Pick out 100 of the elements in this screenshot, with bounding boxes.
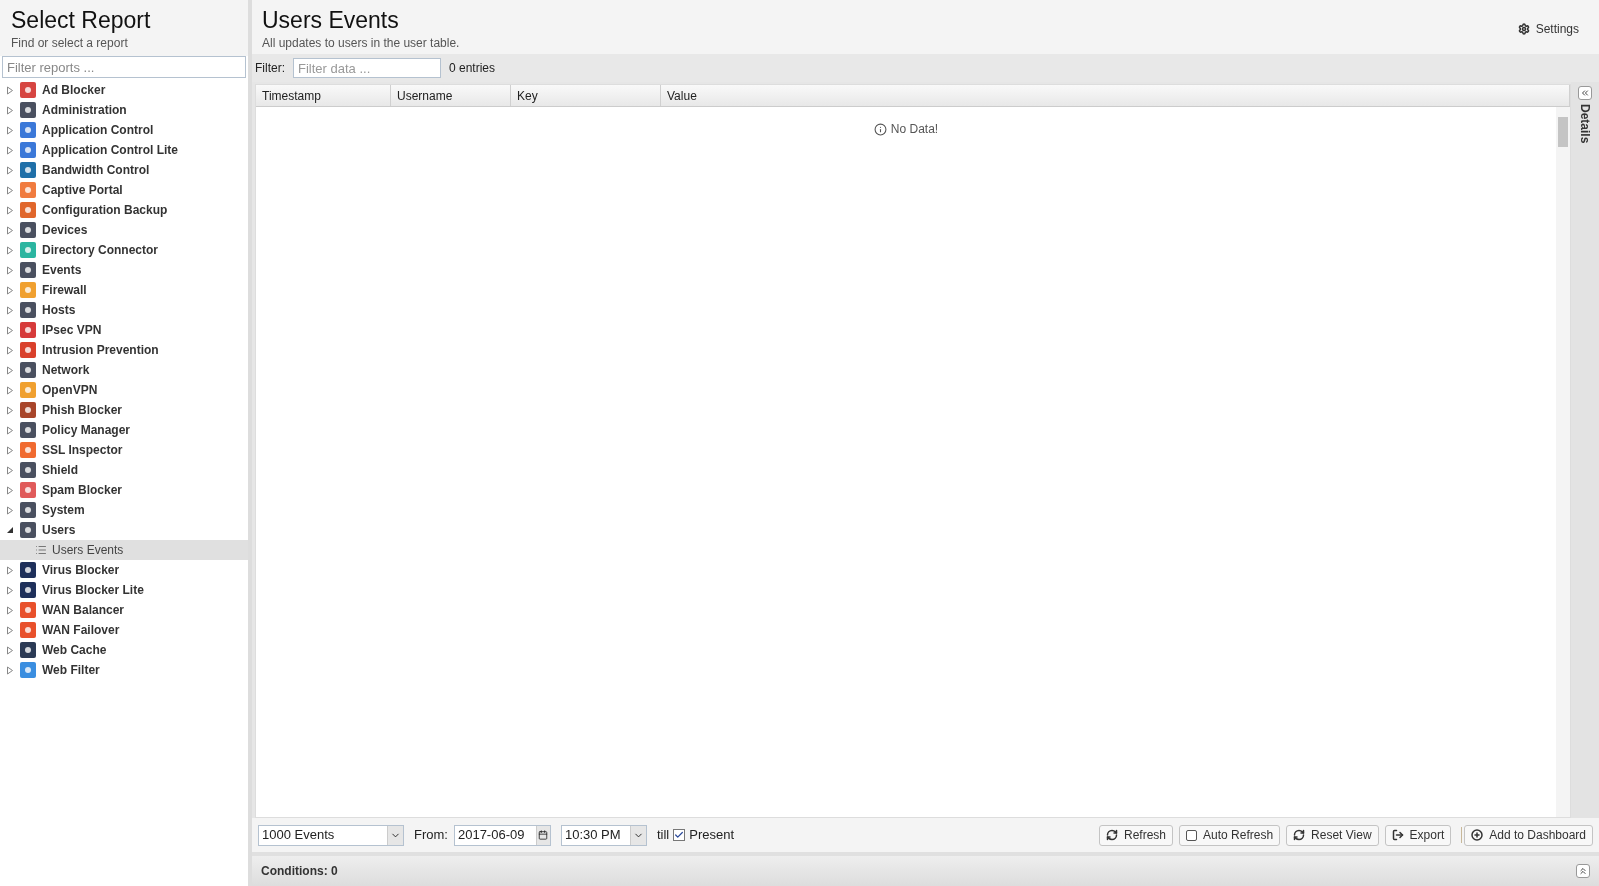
refresh-icon xyxy=(1293,829,1306,841)
tree-label: OpenVPN xyxy=(42,382,98,399)
tree-item[interactable]: SSL Inspector xyxy=(0,440,248,460)
scrollbar[interactable] xyxy=(1556,107,1570,817)
expanded-caret-icon[interactable] xyxy=(6,526,14,534)
limit-dropdown[interactable]: 1000 Events xyxy=(258,824,404,846)
add-icon xyxy=(1471,829,1484,841)
tree-label: Ad Blocker xyxy=(42,82,106,99)
report-title: Users Events xyxy=(262,6,400,34)
tree-item[interactable]: Virus Blocker Lite xyxy=(0,580,248,600)
tree-item[interactable]: Hosts xyxy=(0,300,248,320)
tree-item[interactable]: Users Events xyxy=(0,540,248,560)
tree-item[interactable]: Spam Blocker xyxy=(0,480,248,500)
tree-label: Network xyxy=(42,362,90,379)
tree-label: Bandwidth Control xyxy=(42,162,150,179)
tree-item[interactable]: Directory Connector xyxy=(0,240,248,260)
tree-label: Virus Blocker Lite xyxy=(42,582,144,599)
tree-item[interactable]: Captive Portal xyxy=(0,180,248,200)
tree-label: Phish Blocker xyxy=(42,402,123,419)
tree-item[interactable]: Configuration Backup xyxy=(0,200,248,220)
entries-count: 0 entries xyxy=(449,60,496,77)
tree-label: System xyxy=(42,502,85,519)
tree-item[interactable]: IPsec VPN xyxy=(0,320,248,340)
date-field[interactable]: 2017-06-09 xyxy=(453,824,551,846)
tree-item[interactable]: Devices xyxy=(0,220,248,240)
sidebar-title: Select Report xyxy=(11,6,152,34)
tree-label: Application Control xyxy=(42,122,154,139)
tree-label: Web Filter xyxy=(42,662,100,679)
double-chevron-left-icon xyxy=(1580,88,1590,98)
tree-label: SSL Inspector xyxy=(42,442,123,459)
tree-label: Application Control Lite xyxy=(42,142,178,159)
tree-label: Administration xyxy=(42,102,127,119)
tree-item[interactable]: Application Control Lite xyxy=(0,140,248,160)
tree-item[interactable]: Users xyxy=(0,520,248,540)
present-checkbox[interactable] xyxy=(673,829,686,841)
tree-item[interactable]: Bandwidth Control xyxy=(0,160,248,180)
tree-item[interactable]: Application Control xyxy=(0,120,248,140)
tree-label: Configuration Backup xyxy=(42,202,168,219)
toolbar-button[interactable]: Refresh xyxy=(1099,824,1174,846)
tree-label: WAN Failover xyxy=(42,622,120,639)
conditions-label: Conditions: 0 xyxy=(261,863,338,880)
info-icon xyxy=(873,122,887,136)
toolbar-button[interactable]: Auto Refresh xyxy=(1179,824,1281,846)
search-field[interactable]: Filter reports ... xyxy=(2,56,246,78)
tree-label: Captive Portal xyxy=(42,182,123,199)
column-header[interactable]: Key xyxy=(511,85,661,106)
empty-message: No Data! xyxy=(873,121,939,137)
tree-label: Web Cache xyxy=(42,642,107,659)
settings-icon xyxy=(1517,23,1530,35)
tree-label: Shield xyxy=(42,462,78,479)
sidebar-subtitle: Find or select a report xyxy=(11,35,129,52)
tree-item[interactable]: Web Cache xyxy=(0,640,248,660)
tree-item[interactable]: System xyxy=(0,500,248,520)
tree-label: Directory Connector xyxy=(42,242,159,259)
double-chevron-up-icon xyxy=(1578,866,1588,876)
refresh-icon xyxy=(1106,829,1118,841)
toolbar-button[interactable]: Reset View xyxy=(1286,824,1379,846)
tree-label: Hosts xyxy=(42,302,76,319)
filter-field[interactable]: Filter data ... xyxy=(293,58,441,78)
report-subtitle: All updates to users in the user table. xyxy=(262,35,460,52)
tree-item[interactable]: Administration xyxy=(0,100,248,120)
tree-label: Devices xyxy=(42,222,88,239)
toolbar-button[interactable]: Add to Dashboard xyxy=(1464,824,1593,846)
column-header[interactable]: Timestamp xyxy=(256,85,391,106)
tree-label: Users xyxy=(42,522,76,539)
tree-item[interactable]: Policy Manager xyxy=(0,420,248,440)
tree-item[interactable]: Web Filter xyxy=(0,660,248,680)
settings-button[interactable]: Settings xyxy=(1517,20,1579,38)
column-header[interactable]: Username xyxy=(391,85,511,106)
tree-item[interactable]: Firewall xyxy=(0,280,248,300)
list-icon xyxy=(35,544,47,556)
time-dropdown[interactable]: 10:30 PM xyxy=(560,824,647,846)
tree-item[interactable]: OpenVPN xyxy=(0,380,248,400)
tree-label: Spam Blocker xyxy=(42,482,123,499)
tree-item[interactable]: Events xyxy=(0,260,248,280)
tree-label: Users Events xyxy=(52,542,124,559)
expand-button[interactable] xyxy=(1576,864,1590,878)
tree-item[interactable]: Shield xyxy=(0,460,248,480)
tree-item[interactable]: Ad Blocker xyxy=(0,80,248,100)
tree-label: Policy Manager xyxy=(42,422,131,439)
from-label: From: xyxy=(414,826,448,845)
tree-item[interactable]: WAN Failover xyxy=(0,620,248,640)
export-icon xyxy=(1391,829,1404,841)
tree-label: Intrusion Prevention xyxy=(42,342,159,359)
filter-label: Filter: xyxy=(255,60,285,77)
tree-item[interactable]: WAN Balancer xyxy=(0,600,248,620)
tree-label: Virus Blocker xyxy=(42,562,120,579)
tree-item[interactable]: Intrusion Prevention xyxy=(0,340,248,360)
tree-item[interactable]: Phish Blocker xyxy=(0,400,248,420)
tree-label: IPsec VPN xyxy=(42,322,102,339)
column-header[interactable]: Value xyxy=(661,85,1570,106)
details-label[interactable]: Details xyxy=(1576,104,1594,144)
present-label: Present xyxy=(689,826,735,845)
checkbox[interactable] xyxy=(1186,829,1198,841)
tree-label: Events xyxy=(42,262,82,279)
tree-label: WAN Balancer xyxy=(42,602,125,619)
collapse-button[interactable] xyxy=(1578,86,1592,100)
tree-item[interactable]: Virus Blocker xyxy=(0,560,248,580)
tree-item[interactable]: Network xyxy=(0,360,248,380)
toolbar-button[interactable]: Export xyxy=(1384,824,1452,846)
